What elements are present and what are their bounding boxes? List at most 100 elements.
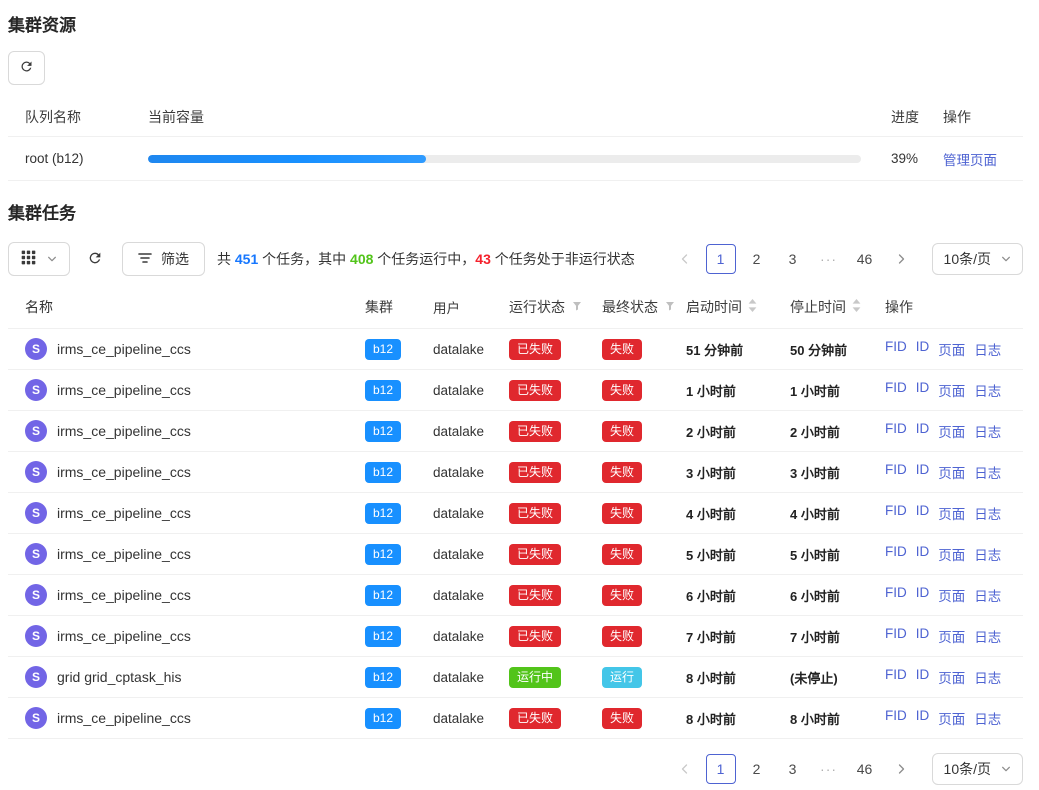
log-link[interactable]: 日志 <box>974 339 1001 359</box>
filter-funnel-icon[interactable] <box>664 299 676 315</box>
resources-table: 队列名称 当前容量 进度 操作 root (b12) 39% 管理页面 <box>8 97 1023 181</box>
fid-link[interactable]: FID <box>885 462 907 482</box>
cluster-badge: b12 <box>365 708 401 729</box>
page-button-1[interactable]: 1 <box>706 244 736 274</box>
stop-time-cell: 1 小时前 <box>790 381 885 400</box>
run-status-badge: 已失败 <box>509 544 561 565</box>
page-link[interactable]: 页面 <box>938 626 965 646</box>
table-row: S irms_ce_pipeline_ccs b12 datalake 已失败 … <box>8 493 1023 534</box>
id-link[interactable]: ID <box>916 626 930 646</box>
sort-icon[interactable] <box>852 299 861 315</box>
resources-table-header: 队列名称 当前容量 进度 操作 <box>8 97 1023 137</box>
fid-link[interactable]: FID <box>885 421 907 441</box>
page-button-3[interactable]: 3 <box>778 244 808 274</box>
fid-link[interactable]: FID <box>885 667 907 687</box>
log-link[interactable]: 日志 <box>974 421 1001 441</box>
page-button-2[interactable]: 2 <box>742 754 772 784</box>
table-row: S irms_ce_pipeline_ccs b12 datalake 已失败 … <box>8 411 1023 452</box>
tasks-table: 名称 集群 用户 运行状态 最终状态 启动时间 停止时间 操作 S <box>8 286 1023 739</box>
pagination-top: 1 2 3 ··· 46 <box>667 244 919 274</box>
id-link[interactable]: ID <box>916 708 930 728</box>
col-header-user: 用户 <box>433 297 509 317</box>
sort-icon[interactable] <box>748 299 757 315</box>
final-status-badge: 失败 <box>602 626 642 647</box>
page-size-select[interactable]: 10条/页 <box>932 243 1023 275</box>
id-link[interactable]: ID <box>916 503 930 523</box>
log-link[interactable]: 日志 <box>974 585 1001 605</box>
page-link[interactable]: 页面 <box>938 380 965 400</box>
fid-link[interactable]: FID <box>885 585 907 605</box>
page-link[interactable]: 页面 <box>938 667 965 687</box>
col-header-queue-name: 队列名称 <box>8 107 148 127</box>
log-link[interactable]: 日志 <box>974 708 1001 728</box>
manage-page-link[interactable]: 管理页面 <box>943 153 997 168</box>
filter-funnel-icon[interactable] <box>571 299 583 315</box>
prev-page-button[interactable] <box>670 754 700 784</box>
id-link[interactable]: ID <box>916 380 930 400</box>
task-count-summary: 共 451 个任务，其中 408 个任务运行中，43 个任务处于非运行状态 <box>217 249 635 269</box>
id-link[interactable]: ID <box>916 421 930 441</box>
next-page-button[interactable] <box>886 754 916 784</box>
log-link[interactable]: 日志 <box>974 462 1001 482</box>
log-link[interactable]: 日志 <box>974 503 1001 523</box>
page-link[interactable]: 页面 <box>938 544 965 564</box>
table-row: S irms_ce_pipeline_ccs b12 datalake 已失败 … <box>8 452 1023 493</box>
stop-time-cell: 8 小时前 <box>790 709 885 728</box>
final-status-badge: 失败 <box>602 462 642 483</box>
page-button-46[interactable]: 46 <box>850 754 880 784</box>
fid-link[interactable]: FID <box>885 626 907 646</box>
page-size-select[interactable]: 10条/页 <box>932 753 1023 785</box>
page-link[interactable]: 页面 <box>938 339 965 359</box>
filter-lines-icon <box>138 251 152 267</box>
col-header-current-capacity: 当前容量 <box>148 107 891 127</box>
tasks-table-body: S irms_ce_pipeline_ccs b12 datalake 已失败 … <box>8 329 1023 739</box>
cluster-badge: b12 <box>365 380 401 401</box>
log-link[interactable]: 日志 <box>974 544 1001 564</box>
log-link[interactable]: 日志 <box>974 626 1001 646</box>
stop-time-cell: 5 小时前 <box>790 545 885 564</box>
avatar: S <box>25 379 47 401</box>
fid-link[interactable]: FID <box>885 339 907 359</box>
page-link[interactable]: 页面 <box>938 462 965 482</box>
fid-link[interactable]: FID <box>885 708 907 728</box>
grid-icon <box>21 250 36 268</box>
run-status-badge: 运行中 <box>509 667 561 688</box>
prev-page-button[interactable] <box>670 244 700 274</box>
fid-link[interactable]: FID <box>885 503 907 523</box>
fid-link[interactable]: FID <box>885 544 907 564</box>
page-button-46[interactable]: 46 <box>850 244 880 274</box>
refresh-resources-button[interactable] <box>8 51 45 85</box>
cluster-badge: b12 <box>365 421 401 442</box>
layout-grid-button[interactable] <box>8 242 70 276</box>
page-jump-ellipsis[interactable]: ··· <box>814 754 844 784</box>
page-button-1[interactable]: 1 <box>706 754 736 784</box>
next-page-button[interactable] <box>886 244 916 274</box>
page-link[interactable]: 页面 <box>938 421 965 441</box>
page-link[interactable]: 页面 <box>938 708 965 728</box>
user-cell: datalake <box>433 711 509 726</box>
page-size-value: 10条/页 <box>944 249 991 269</box>
fid-link[interactable]: FID <box>885 380 907 400</box>
id-link[interactable]: ID <box>916 667 930 687</box>
log-link[interactable]: 日志 <box>974 667 1001 687</box>
refresh-icon <box>87 250 103 269</box>
log-link[interactable]: 日志 <box>974 380 1001 400</box>
page-link[interactable]: 页面 <box>938 503 965 523</box>
avatar: S <box>25 338 47 360</box>
filter-button[interactable]: 筛选 <box>122 242 205 276</box>
col-header-final-status: 最终状态 <box>602 297 658 317</box>
cluster-resources-section: 集群资源 队列名称 当前容量 进度 操作 root (b12) 39% 管理页面 <box>8 16 1023 181</box>
page-button-2[interactable]: 2 <box>742 244 772 274</box>
summary-text: 个任务处于非运行状态 <box>491 251 635 267</box>
refresh-tasks-button[interactable] <box>87 242 103 276</box>
page-link[interactable]: 页面 <box>938 585 965 605</box>
page-jump-ellipsis[interactable]: ··· <box>814 244 844 274</box>
id-link[interactable]: ID <box>916 544 930 564</box>
page-button-3[interactable]: 3 <box>778 754 808 784</box>
id-link[interactable]: ID <box>916 585 930 605</box>
cluster-tasks-title: 集群任务 <box>8 204 1023 224</box>
task-name: irms_ce_pipeline_ccs <box>57 587 191 603</box>
id-link[interactable]: ID <box>916 339 930 359</box>
start-time-cell: 8 小时前 <box>686 668 790 687</box>
id-link[interactable]: ID <box>916 462 930 482</box>
